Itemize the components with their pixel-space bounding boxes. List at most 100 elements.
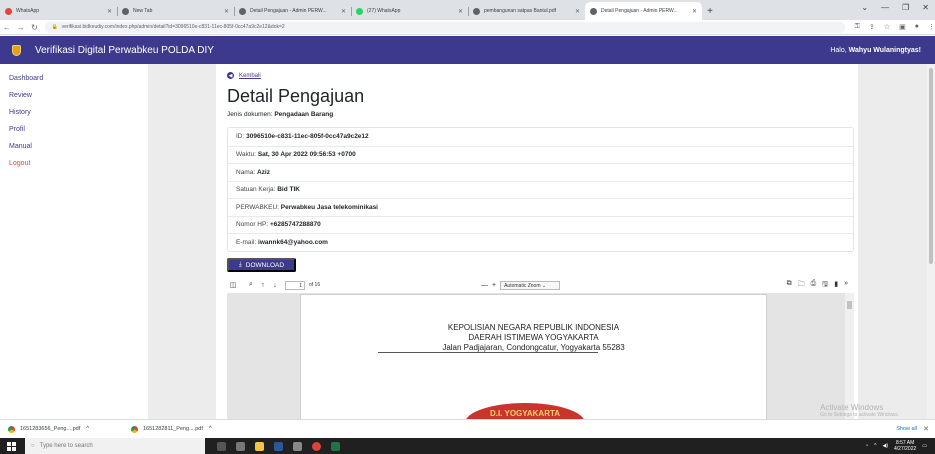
url-text: verifikasi.bidkeudiy.com/index.php/admin… <box>61 24 285 30</box>
chevron-down-icon[interactable]: ⌄ <box>861 3 868 12</box>
bookmark-icon[interactable]: ▮ <box>834 280 838 291</box>
new-tab-button[interactable]: + <box>702 2 718 20</box>
download-icon: ⤓ <box>238 261 242 268</box>
open-file-icon[interactable]: 🗀 <box>798 280 805 291</box>
doc-type-value: Pengadaan Barang <box>274 111 334 118</box>
browser-actions: ⚿ ⇪ ☆ ▣ ● ⋮ <box>855 23 935 31</box>
polda-logo-icon <box>12 44 21 56</box>
network-icon[interactable]: ◔ <box>865 443 868 449</box>
zoom-select[interactable]: Automatic Zoom ⌄ <box>500 280 561 290</box>
minimize-icon[interactable]: — <box>881 3 889 12</box>
field-label: Nama: <box>236 168 256 176</box>
chrome-icon <box>8 425 15 433</box>
maximize-icon[interactable]: ❐ <box>902 3 909 12</box>
pdf-scrollbar-thumb[interactable] <box>847 301 852 309</box>
info-row-nomor-hp: Nomor HP: +6285747288870 <box>228 215 853 234</box>
sidebar-item-review[interactable]: Review <box>0 87 148 104</box>
chevron-up-icon[interactable]: ^ <box>209 426 212 432</box>
download-button[interactable]: ⤓ DOWNLOAD <box>227 258 296 272</box>
presentation-icon[interactable]: ⧉ <box>787 280 792 291</box>
search-placeholder: Type here to search <box>39 443 93 449</box>
browser-tab[interactable]: WhatsApp ✕ <box>0 2 117 20</box>
browser-tab[interactable]: New Tab ✕ <box>117 2 234 20</box>
reload-icon[interactable]: ↻ <box>28 23 42 32</box>
address-bar: ← → ↻ 🔒 verifikasi.bidkeudiy.com/index.p… <box>0 20 935 35</box>
sidebar-item-history[interactable]: History <box>0 104 148 121</box>
forward-arrow-icon[interactable]: → <box>14 23 28 32</box>
volume-icon[interactable]: ◀) <box>883 443 889 449</box>
browser-tab-active[interactable]: Detail Pengajuan - Admin PERW... ✕ <box>585 2 702 20</box>
sidebar: Dashboard Review History Profil Manual L… <box>0 64 148 419</box>
save-icon[interactable]: 🖫 <box>822 280 828 291</box>
sidebar-item-profil[interactable]: Profil <box>0 121 148 138</box>
zoom-out-icon[interactable]: — <box>481 282 488 289</box>
arrow-down-icon[interactable]: ↓ <box>269 282 281 289</box>
star-icon[interactable]: ☆ <box>884 23 890 31</box>
sidepanel-icon[interactable]: ▣ <box>899 23 906 31</box>
menu-icon[interactable]: ⋮ <box>928 23 935 31</box>
greeting-prefix: Halo, <box>830 46 847 54</box>
page-scrollbar-thumb[interactable] <box>929 68 933 264</box>
print-icon[interactable]: ⎙ <box>811 280 817 291</box>
letterhead-line: Jalan Padjajaran, Condongcatur, Yogyakar… <box>442 343 625 352</box>
sidebar-toggle-icon[interactable]: ◫ <box>227 281 239 289</box>
settings-icon[interactable] <box>293 441 302 451</box>
close-icon[interactable]: ✕ <box>224 8 229 15</box>
chevron-up-icon[interactable]: ^ <box>874 443 876 449</box>
browser-tab[interactable]: Detail Pengajuan - Admin PERW... ✕ <box>234 2 351 20</box>
show-all-button[interactable]: Show all <box>896 426 917 432</box>
word-icon[interactable] <box>274 441 283 451</box>
user-greeting: Halo, Wahyu Wulaningtyas! <box>830 47 921 54</box>
close-icon[interactable]: ✕ <box>341 8 346 15</box>
close-icon[interactable]: ✕ <box>107 8 112 15</box>
taskbar-clock[interactable]: 8:57 AM 4/27/2022 <box>894 440 916 452</box>
info-row-satuan-kerja: Satuan Kerja: Bid TIK <box>228 180 853 199</box>
chrome-icon[interactable] <box>312 441 321 451</box>
profile-icon[interactable]: ● <box>915 23 919 31</box>
sidebar-item-logout[interactable]: Logout <box>0 155 148 172</box>
page-scrollbar[interactable] <box>927 64 935 419</box>
zoom-in-icon[interactable]: + <box>492 282 496 289</box>
mic-icon[interactable] <box>217 441 226 451</box>
sidebar-item-manual[interactable]: Manual <box>0 138 148 155</box>
download-item[interactable]: 1651283656_Peng....pdf ^ <box>8 425 123 433</box>
more-tools-icon[interactable]: » <box>844 280 848 291</box>
browser-tab[interactable]: (27) WhatsApp ✕ <box>351 2 468 20</box>
windows-start-icon[interactable] <box>7 441 16 451</box>
key-icon[interactable]: ⚿ <box>855 23 860 31</box>
pdf-scrollbar[interactable] <box>845 293 854 419</box>
chevron-up-icon[interactable]: ^ <box>86 426 89 432</box>
search-icon[interactable]: ⌕ <box>245 281 257 289</box>
pdf-viewer[interactable]: KEPOLISIAN NEGARA REPUBLIK INDONESIA DAE… <box>227 293 854 419</box>
close-icon[interactable]: ✕ <box>458 8 463 15</box>
close-icon[interactable]: ✕ <box>692 8 697 15</box>
lock-icon: 🔒 <box>51 24 58 30</box>
download-file-name: 1651283656_Peng....pdf <box>20 426 81 432</box>
notification-icon[interactable]: ▭ <box>922 443 927 449</box>
download-item[interactable]: 1651282811_Peng....pdf ^ <box>131 425 246 433</box>
zoom-controls: — + Automatic Zoom ⌄ <box>481 280 561 290</box>
taskbar-apps <box>217 441 340 451</box>
browser-tab[interactable]: pembangunan satpas Bantul.pdf ✕ <box>468 2 585 20</box>
url-field[interactable]: 🔒 verifikasi.bidkeudiy.com/index.php/adm… <box>45 21 845 33</box>
close-icon[interactable]: ✕ <box>575 8 580 15</box>
back-link[interactable]: ◀ Kembali <box>227 72 261 79</box>
submission-info-list: ID: 3096510e-c831-11ec-805f-0cc47a9c2e12… <box>227 127 854 252</box>
field-value: Sat, 30 Apr 2022 09:56:53 +0700 <box>257 151 356 159</box>
windows-taskbar: ○ Type here to search ◔ ^ ◀) 8:57 AM 4/2… <box>0 438 935 454</box>
app-title[interactable]: Verifikasi Digital Perwabkeu POLDA DIY <box>35 45 214 56</box>
back-arrow-icon[interactable]: ← <box>0 23 14 32</box>
pdf-page: KEPOLISIAN NEGARA REPUBLIK INDONESIA DAE… <box>300 294 767 419</box>
close-icon[interactable]: ✕ <box>923 425 929 433</box>
taskbar-search[interactable]: ○ Type here to search <box>25 438 205 454</box>
excel-icon[interactable] <box>331 441 340 451</box>
arrow-up-icon[interactable]: ↑ <box>257 282 269 289</box>
share-icon[interactable]: ⇪ <box>869 23 875 31</box>
whatsapp-icon <box>356 7 363 15</box>
task-view-icon[interactable] <box>236 441 245 451</box>
close-icon[interactable]: ✕ <box>922 3 929 12</box>
tab-title: pembangunan satpas Bantul.pdf <box>484 8 556 14</box>
page-number-input[interactable]: 1 <box>285 280 305 290</box>
file-explorer-icon[interactable] <box>255 441 264 451</box>
sidebar-item-dashboard[interactable]: Dashboard <box>0 70 148 87</box>
